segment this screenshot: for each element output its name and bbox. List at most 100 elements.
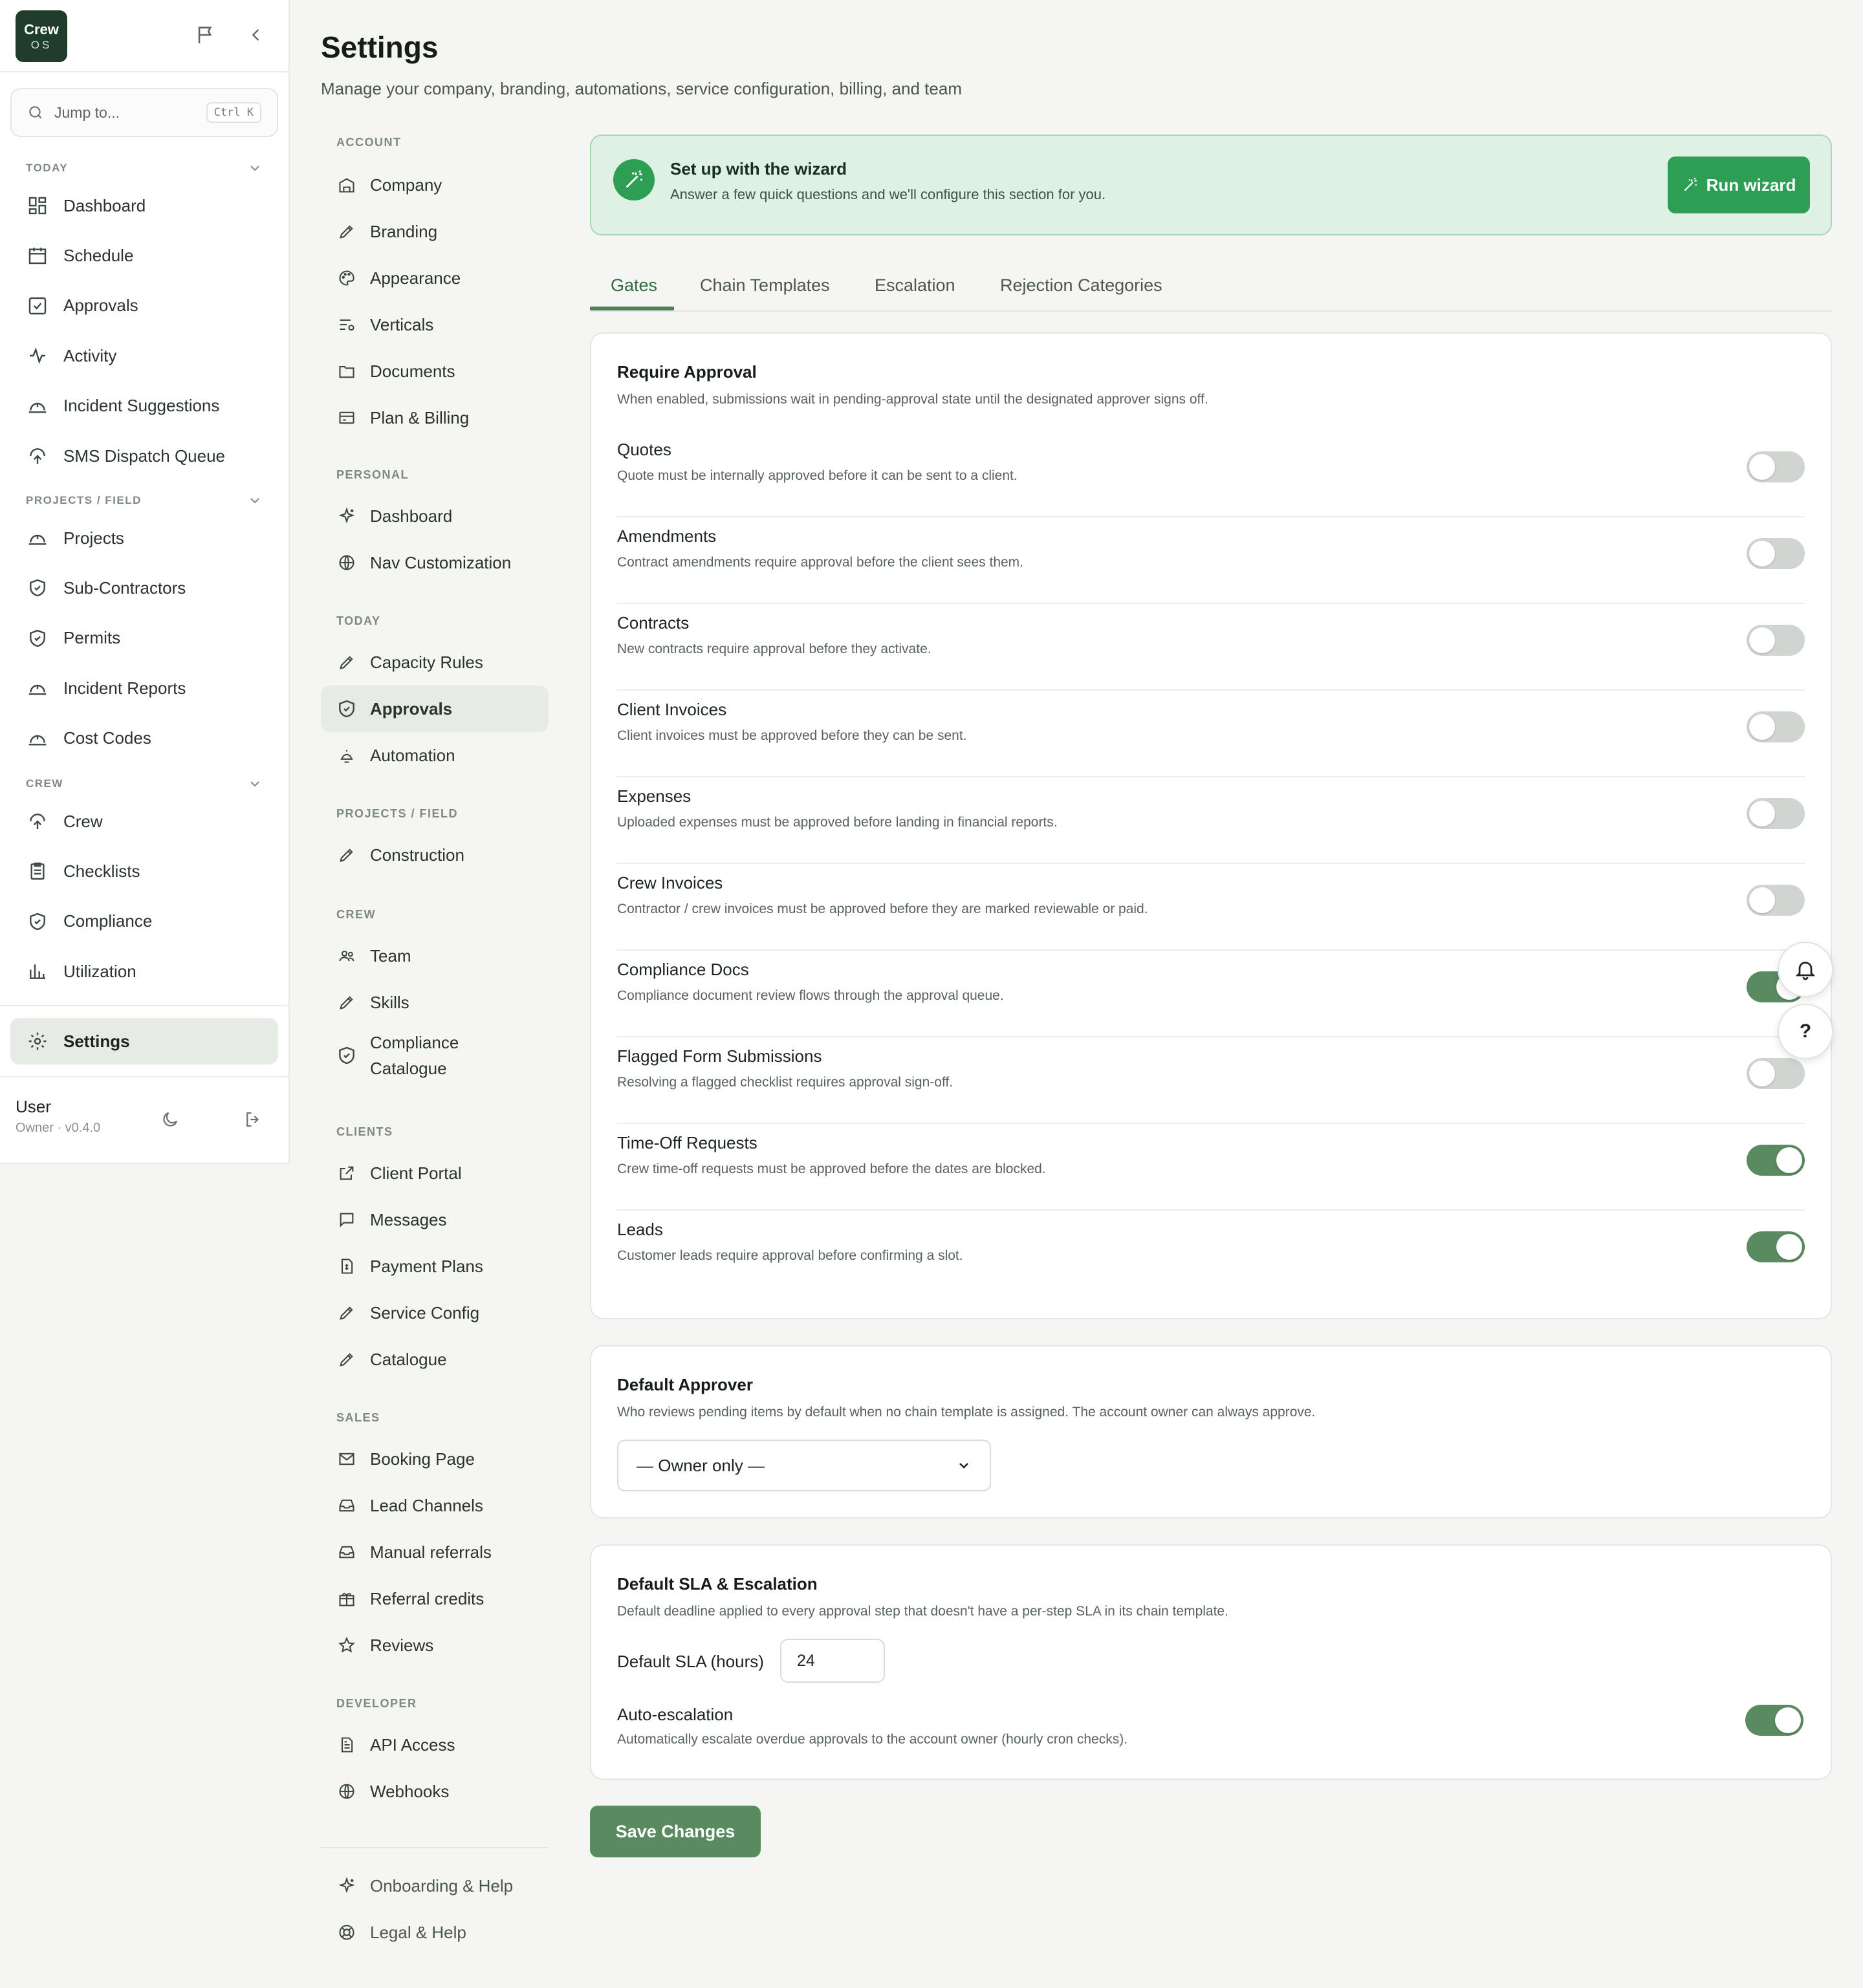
sidebar-item-checklists[interactable]: Checklists (10, 848, 278, 894)
logout-icon[interactable] (243, 1110, 263, 1129)
settings-nav-item-branding[interactable]: Branding (321, 208, 549, 255)
feedback-flag-icon[interactable] (191, 21, 220, 49)
sidebar-item-schedule[interactable]: Schedule (10, 232, 278, 279)
settings-nav-item-catalogue[interactable]: Catalogue (321, 1336, 549, 1383)
sidebar-item-permits[interactable]: Permits (10, 615, 278, 662)
save-changes-button[interactable]: Save Changes (590, 1806, 761, 1857)
chevron-down-icon[interactable] (247, 493, 263, 508)
sidebar-item-approvals[interactable]: Approvals (10, 283, 278, 329)
help-button[interactable]: ? (1778, 1004, 1833, 1059)
settings-nav-item-client-portal[interactable]: Client Portal (321, 1150, 549, 1196)
settings-nav-item-skills[interactable]: Skills (321, 979, 549, 1026)
settings-nav-item-capacity-rules[interactable]: Capacity Rules (321, 639, 549, 686)
gate-toggle-expenses[interactable] (1747, 798, 1805, 829)
shield-icon (336, 1045, 357, 1066)
sidebar-item-sms-dispatch-queue[interactable]: SMS Dispatch Queue (10, 433, 278, 479)
settings-nav-item-manual-referrals[interactable]: Manual referrals (321, 1529, 549, 1575)
sidebar-item-compliance[interactable]: Compliance (10, 898, 278, 945)
settings-nav-item-legal-and-help[interactable]: Legal & Help (321, 1909, 549, 1956)
sidebar-item-incident-suggestions[interactable]: Incident Suggestions (10, 383, 278, 429)
auto-escalation-toggle[interactable] (1745, 1705, 1803, 1736)
settings-nav-item-construction[interactable]: Construction (321, 832, 549, 878)
gate-toggle-leads[interactable] (1747, 1231, 1805, 1262)
gate-toggle-contracts[interactable] (1747, 625, 1805, 656)
settings-nav-item-verticals[interactable]: Verticals (321, 301, 549, 348)
sidebar-item-label: Incident Suggestions (63, 396, 220, 416)
toggle-knob (1749, 541, 1775, 567)
sidebar-item-crew[interactable]: Crew (10, 798, 278, 845)
card-description: Default deadline applied to every approv… (617, 1604, 1228, 1619)
sidebar-item-label: Utilization (63, 961, 136, 981)
gift-icon (336, 1588, 357, 1609)
bell-outline-icon (336, 745, 357, 766)
settings-nav-item-messages[interactable]: Messages (321, 1196, 549, 1243)
sidebar-item-sub-contractors[interactable]: Sub-Contractors (10, 565, 278, 611)
default-sla-input[interactable]: 24 (780, 1639, 885, 1683)
sidebar-item-label: SMS Dispatch Queue (63, 446, 226, 466)
settings-nav-item-compliance-catalogue[interactable]: Compliance Catalogue (321, 1026, 515, 1085)
moon-icon[interactable] (160, 1110, 180, 1129)
gate-toggle-flagged-form-submissions[interactable] (1747, 1058, 1805, 1089)
sidebar-item-incident-reports[interactable]: Incident Reports (10, 665, 278, 711)
settings-nav-label: Webhooks (370, 1781, 450, 1801)
shield-icon (336, 698, 357, 719)
notifications-bell-icon[interactable] (1778, 942, 1833, 997)
settings-nav-item-onboarding-and-help[interactable]: Onboarding & Help (321, 1863, 549, 1909)
gate-toggle-time-off-requests[interactable] (1747, 1145, 1805, 1176)
gate-toggle-client-invoices[interactable] (1747, 711, 1805, 742)
settings-nav-section-developer: DEVELOPER (336, 1697, 417, 1710)
gate-description: Uploaded expenses must be approved befor… (617, 815, 1058, 830)
collapse-chevron-left-icon[interactable] (242, 21, 270, 49)
run-wizard-button[interactable]: Run wizard (1668, 157, 1810, 213)
settings-nav-item-plan-and-billing[interactable]: Plan & Billing (321, 394, 549, 441)
sidebar-item-dashboard[interactable]: Dashboard (10, 182, 278, 229)
settings-nav-item-api-access[interactable]: API Access (321, 1722, 549, 1768)
default-approver-select[interactable]: — Owner only — (617, 1440, 991, 1491)
settings-nav-item-documents[interactable]: Documents (321, 348, 549, 394)
sidebar-item-utilization[interactable]: Utilization (10, 948, 278, 995)
settings-nav-item-lead-channels[interactable]: Lead Channels (321, 1482, 549, 1529)
sidebar: Crew OS Jump to... Ctrl K TODAY Dashboar… (0, 0, 290, 1164)
chevron-down-icon[interactable] (247, 776, 263, 792)
external-link-icon (336, 1163, 357, 1183)
settings-nav-item-webhooks[interactable]: Webhooks (321, 1768, 549, 1815)
sidebar-header: Crew OS (0, 0, 289, 72)
app-logo[interactable]: Crew OS (16, 10, 67, 62)
gate-label: Quotes (617, 440, 671, 459)
chevron-down-icon[interactable] (247, 160, 263, 176)
tab-rejection-categories[interactable]: Rejection Categories (1000, 259, 1162, 312)
settings-nav-item-service-config[interactable]: Service Config (321, 1290, 549, 1336)
settings-nav-label: Onboarding & Help (370, 1875, 514, 1896)
tab-escalation[interactable]: Escalation (875, 259, 955, 312)
settings-nav-item-appearance[interactable]: Appearance (321, 255, 549, 301)
settings-nav-item-referral-credits[interactable]: Referral credits (321, 1575, 549, 1622)
gate-toggle-amendments[interactable] (1747, 538, 1805, 569)
sidebar-item-activity[interactable]: Activity (10, 332, 278, 379)
settings-nav-item-booking-page[interactable]: Booking Page (321, 1436, 549, 1482)
settings-nav-label: Construction (370, 845, 464, 865)
settings-nav-item-nav-customization[interactable]: Nav Customization (321, 539, 549, 586)
settings-nav-item-reviews[interactable]: Reviews (321, 1622, 549, 1669)
shield-icon (26, 910, 49, 933)
toggle-knob (1749, 627, 1775, 653)
sidebar-item-settings[interactable]: Settings (10, 1018, 278, 1064)
sidebar-item-label: Crew (63, 811, 103, 831)
tab-gates[interactable]: Gates (611, 259, 657, 312)
settings-nav-item-approvals[interactable]: Approvals (321, 686, 549, 732)
settings-nav-item-company[interactable]: Company (321, 162, 549, 208)
pen-icon (336, 845, 357, 865)
shield-icon (26, 576, 49, 600)
gate-toggle-crew-invoices[interactable] (1747, 885, 1805, 916)
tab-chain-templates[interactable]: Chain Templates (700, 259, 830, 312)
settings-nav-label: Plan & Billing (370, 407, 470, 427)
settings-nav-item-team[interactable]: Team (321, 933, 549, 979)
user-profile[interactable]: User Owner · v0.4.0 (16, 1097, 100, 1136)
pen-icon (336, 1349, 357, 1370)
settings-nav-item-dashboard[interactable]: Dashboard (321, 493, 549, 539)
jump-to-search[interactable]: Jump to... Ctrl K (10, 88, 278, 137)
settings-nav-item-automation[interactable]: Automation (321, 732, 549, 779)
settings-nav-item-payment-plans[interactable]: Payment Plans (321, 1243, 549, 1290)
gate-toggle-quotes[interactable] (1747, 451, 1805, 482)
sidebar-item-cost-codes[interactable]: Cost Codes (10, 715, 278, 762)
sidebar-item-projects[interactable]: Projects (10, 515, 278, 561)
